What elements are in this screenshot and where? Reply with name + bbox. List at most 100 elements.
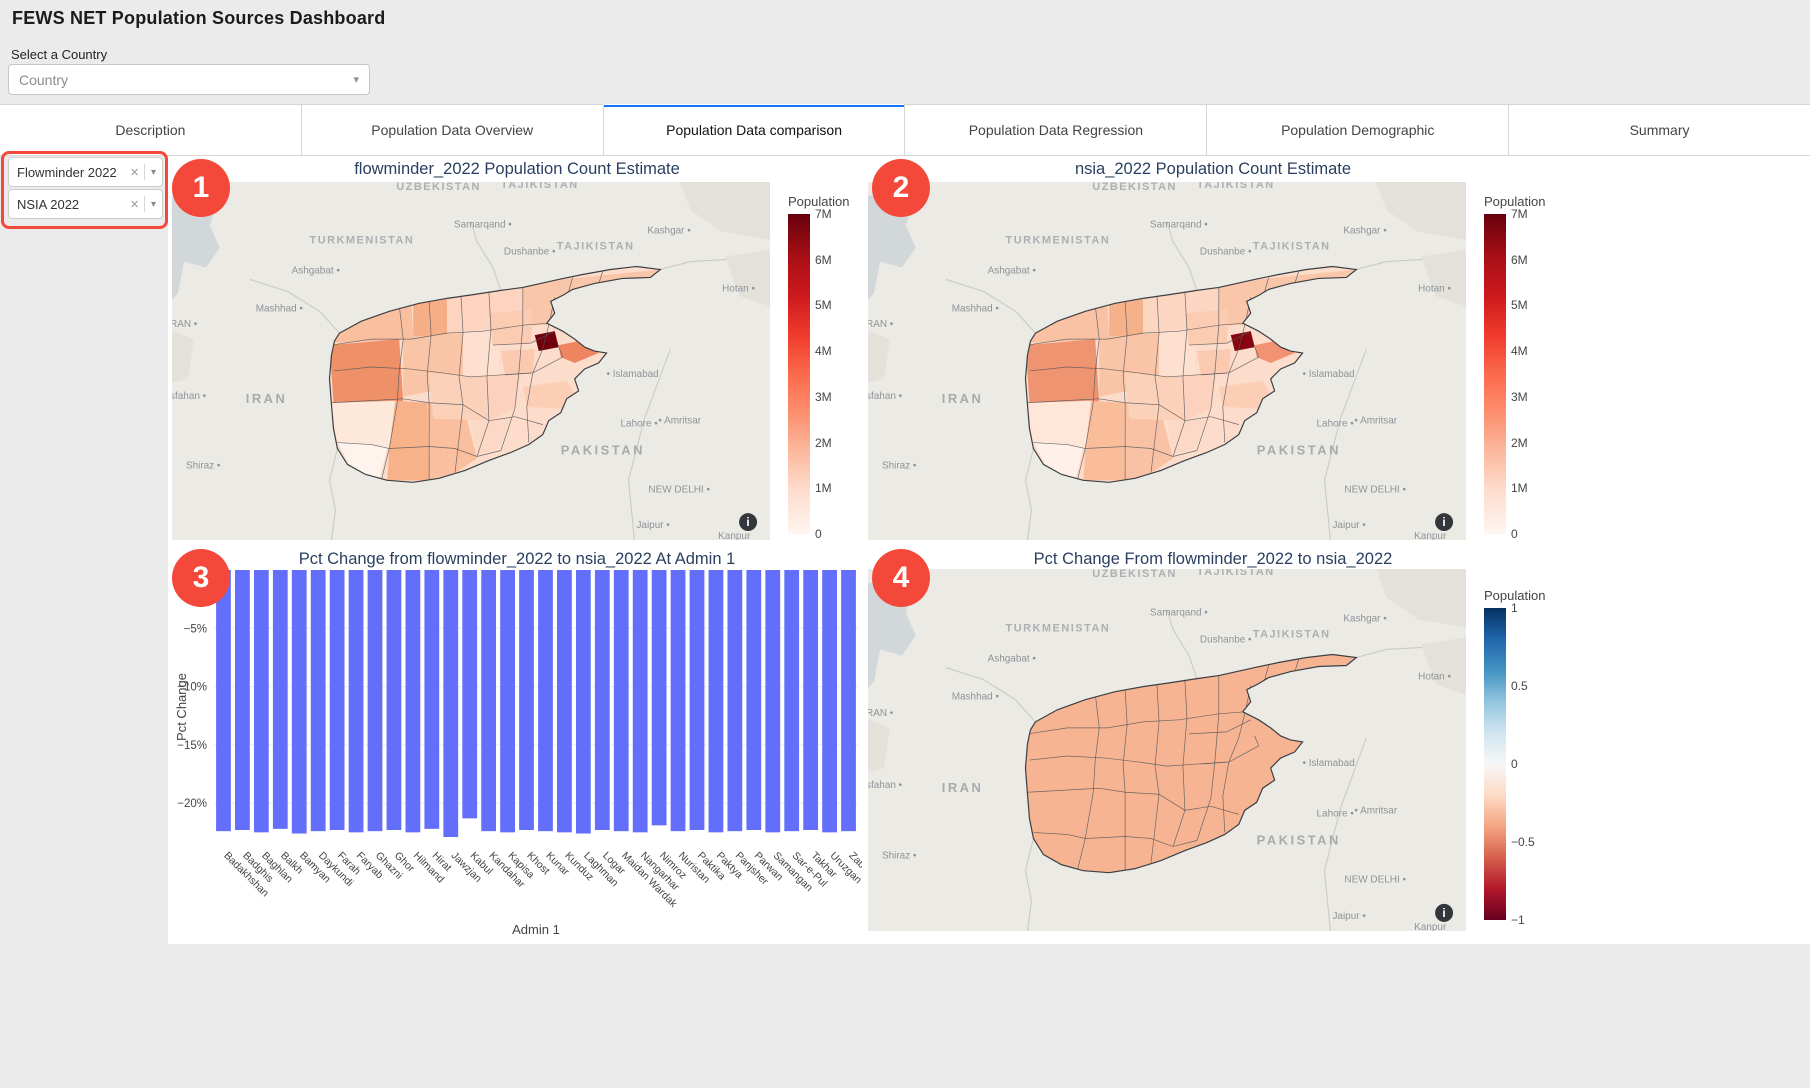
bar-Takhar[interactable] xyxy=(803,570,818,830)
map-label: TURKMENISTAN xyxy=(1006,622,1111,634)
svg-text:i: i xyxy=(1442,515,1445,529)
clear-icon[interactable]: × xyxy=(125,165,144,180)
bar-Sar-e-Pul[interactable] xyxy=(784,570,799,831)
map-label: Ashgabat • xyxy=(988,653,1037,664)
map-label: TAJIKISTAN xyxy=(557,241,635,253)
colorbar-tick: 6M xyxy=(1511,253,1528,267)
bar-Paktya[interactable] xyxy=(709,570,724,832)
province-hirat[interactable] xyxy=(1025,339,1099,403)
chart-title: flowminder_2022 Population Count Estimat… xyxy=(172,160,862,179)
choropleth-map-nsia[interactable]: UZBEKISTANTAJIKISTANTURKMENISTANSamarqan… xyxy=(868,182,1466,540)
bar-Uruzgan[interactable] xyxy=(822,570,837,832)
basemap: UZBEKISTANTAJIKISTANTURKMENISTANSamarqan… xyxy=(868,569,1466,931)
colorbar-tick: 1 xyxy=(1511,601,1518,615)
map-label: Hotan • xyxy=(1418,672,1451,683)
bar-Nangarhar[interactable] xyxy=(633,570,648,832)
choropleth-map-flowminder[interactable]: UZBEKISTANTAJIKISTANTURKMENISTANSamarqan… xyxy=(172,182,770,540)
bar-Kabul[interactable] xyxy=(462,570,477,818)
province-farah[interactable] xyxy=(1027,401,1091,449)
map-label: PAKISTAN xyxy=(1257,832,1341,847)
bar-Ghazni[interactable] xyxy=(368,570,383,831)
map-label: • Amritsar xyxy=(658,416,701,427)
map-label: Jaipur • xyxy=(636,520,670,531)
province-uruzgan[interactable] xyxy=(429,373,489,421)
colorbar-tick: 3M xyxy=(1511,390,1528,404)
bar-Bamyan[interactable] xyxy=(292,570,307,834)
bar-Zabul[interactable] xyxy=(841,570,856,831)
map-label: RAN • xyxy=(868,708,894,719)
map-label: Hotan • xyxy=(1418,283,1451,294)
colorbar-ticks: 10.50−0.5−1 xyxy=(1511,608,1557,920)
bar-Laghman[interactable] xyxy=(576,570,591,834)
bar-Logar[interactable] xyxy=(595,570,610,830)
chevron-down-icon[interactable]: ▾ xyxy=(353,73,359,86)
tab-population-data-overview[interactable]: Population Data Overview xyxy=(301,104,603,155)
bar-Ghor[interactable] xyxy=(387,570,402,830)
map-label: Shiraz • xyxy=(882,851,917,862)
bar-Kapisa[interactable] xyxy=(500,570,515,832)
bar-Baghlan[interactable] xyxy=(254,570,269,832)
map-label: Hotan • xyxy=(722,283,755,294)
bar-Daykundi[interactable] xyxy=(311,570,326,831)
bar-Hirat[interactable] xyxy=(424,570,439,829)
chevron-down-icon[interactable]: ▾ xyxy=(145,167,162,178)
filter-dropdown-nsia[interactable]: NSIA 2022 × ▾ xyxy=(8,189,163,219)
tab-summary[interactable]: Summary xyxy=(1508,104,1810,155)
colorbar: Population 7M6M5M4M3M2M1M0 xyxy=(788,194,862,534)
panel-flowminder-map: flowminder_2022 Population Count Estimat… xyxy=(172,156,862,546)
annotation-badge-4: 4 xyxy=(872,549,930,607)
map-label: sfahan • xyxy=(868,780,903,791)
bar-Badghis[interactable] xyxy=(235,570,250,830)
bar-Panjsher[interactable] xyxy=(727,570,742,831)
map-label: Kashgar • xyxy=(1343,226,1387,237)
bar-Kandahar[interactable] xyxy=(481,570,496,831)
bar-Faryab[interactable] xyxy=(349,570,364,832)
province-wardak_logar[interactable] xyxy=(1197,349,1231,375)
tab-population-data-comparison[interactable]: Population Data comparison xyxy=(603,104,905,155)
map-label: IRAN xyxy=(942,391,984,406)
bar-Khost[interactable] xyxy=(519,570,534,830)
bar-Paktika[interactable] xyxy=(690,570,705,830)
tab-description[interactable]: Description xyxy=(0,104,301,155)
map-label: NEW DELHI • xyxy=(1344,484,1406,495)
chart-title: Pct Change From flowminder_2022 to nsia_… xyxy=(868,550,1558,569)
y-tick-label: −20% xyxy=(177,798,207,810)
bar-Hilmand[interactable] xyxy=(405,570,420,832)
svg-text:i: i xyxy=(746,515,749,529)
province-hirat[interactable] xyxy=(329,339,403,403)
province-farah[interactable] xyxy=(331,401,395,449)
bar-Nimroz[interactable] xyxy=(652,570,667,825)
bar-Balkh[interactable] xyxy=(273,570,288,829)
filter-dropdown-flowminder[interactable]: Flowminder 2022 × ▾ xyxy=(8,157,163,187)
tab-population-demographic[interactable]: Population Demographic xyxy=(1206,104,1508,155)
tab-population-data-regression[interactable]: Population Data Regression xyxy=(904,104,1206,155)
info-icon[interactable]: i xyxy=(1435,513,1453,531)
info-icon[interactable]: i xyxy=(1435,904,1453,922)
bar-chart[interactable]: −5%−10%−15%−20%BadakhshanBadghisBaghlanB… xyxy=(172,546,862,944)
map-label: Dushanbe • xyxy=(504,247,556,258)
map-label: Ashgabat • xyxy=(292,265,341,276)
choropleth-map-pct-change[interactable]: UZBEKISTANTAJIKISTANTURKMENISTANSamarqan… xyxy=(868,569,1466,931)
province-uruzgan[interactable] xyxy=(1125,373,1185,421)
province-wardak_logar[interactable] xyxy=(501,349,535,375)
bar-Kunar[interactable] xyxy=(538,570,553,831)
map-label: UZBEKISTAN xyxy=(396,182,481,193)
map-label: TAJIKISTAN xyxy=(501,182,579,191)
country-dropdown[interactable]: Country ▾ xyxy=(8,64,370,95)
map-label: Samarqand • xyxy=(1150,607,1208,618)
map-label: • Islamabad xyxy=(607,369,659,380)
page-title: FEWS NET Population Sources Dashboard xyxy=(12,8,385,29)
map-label: RAN • xyxy=(172,319,198,330)
bar-Nuristan[interactable] xyxy=(671,570,686,831)
info-icon[interactable]: i xyxy=(739,513,757,531)
bar-Samangan[interactable] xyxy=(765,570,780,832)
bar-Parwan[interactable] xyxy=(746,570,761,830)
chevron-down-icon[interactable]: ▾ xyxy=(145,199,162,210)
bar-Kunduz[interactable] xyxy=(557,570,572,832)
bar-Badakhshan[interactable] xyxy=(216,570,231,831)
colorbar-tick: −1 xyxy=(1511,913,1525,927)
bar-Maidan Wardak[interactable] xyxy=(614,570,629,831)
bar-Jawzjan[interactable] xyxy=(443,570,458,837)
bar-Farah[interactable] xyxy=(330,570,345,830)
clear-icon[interactable]: × xyxy=(125,197,144,212)
